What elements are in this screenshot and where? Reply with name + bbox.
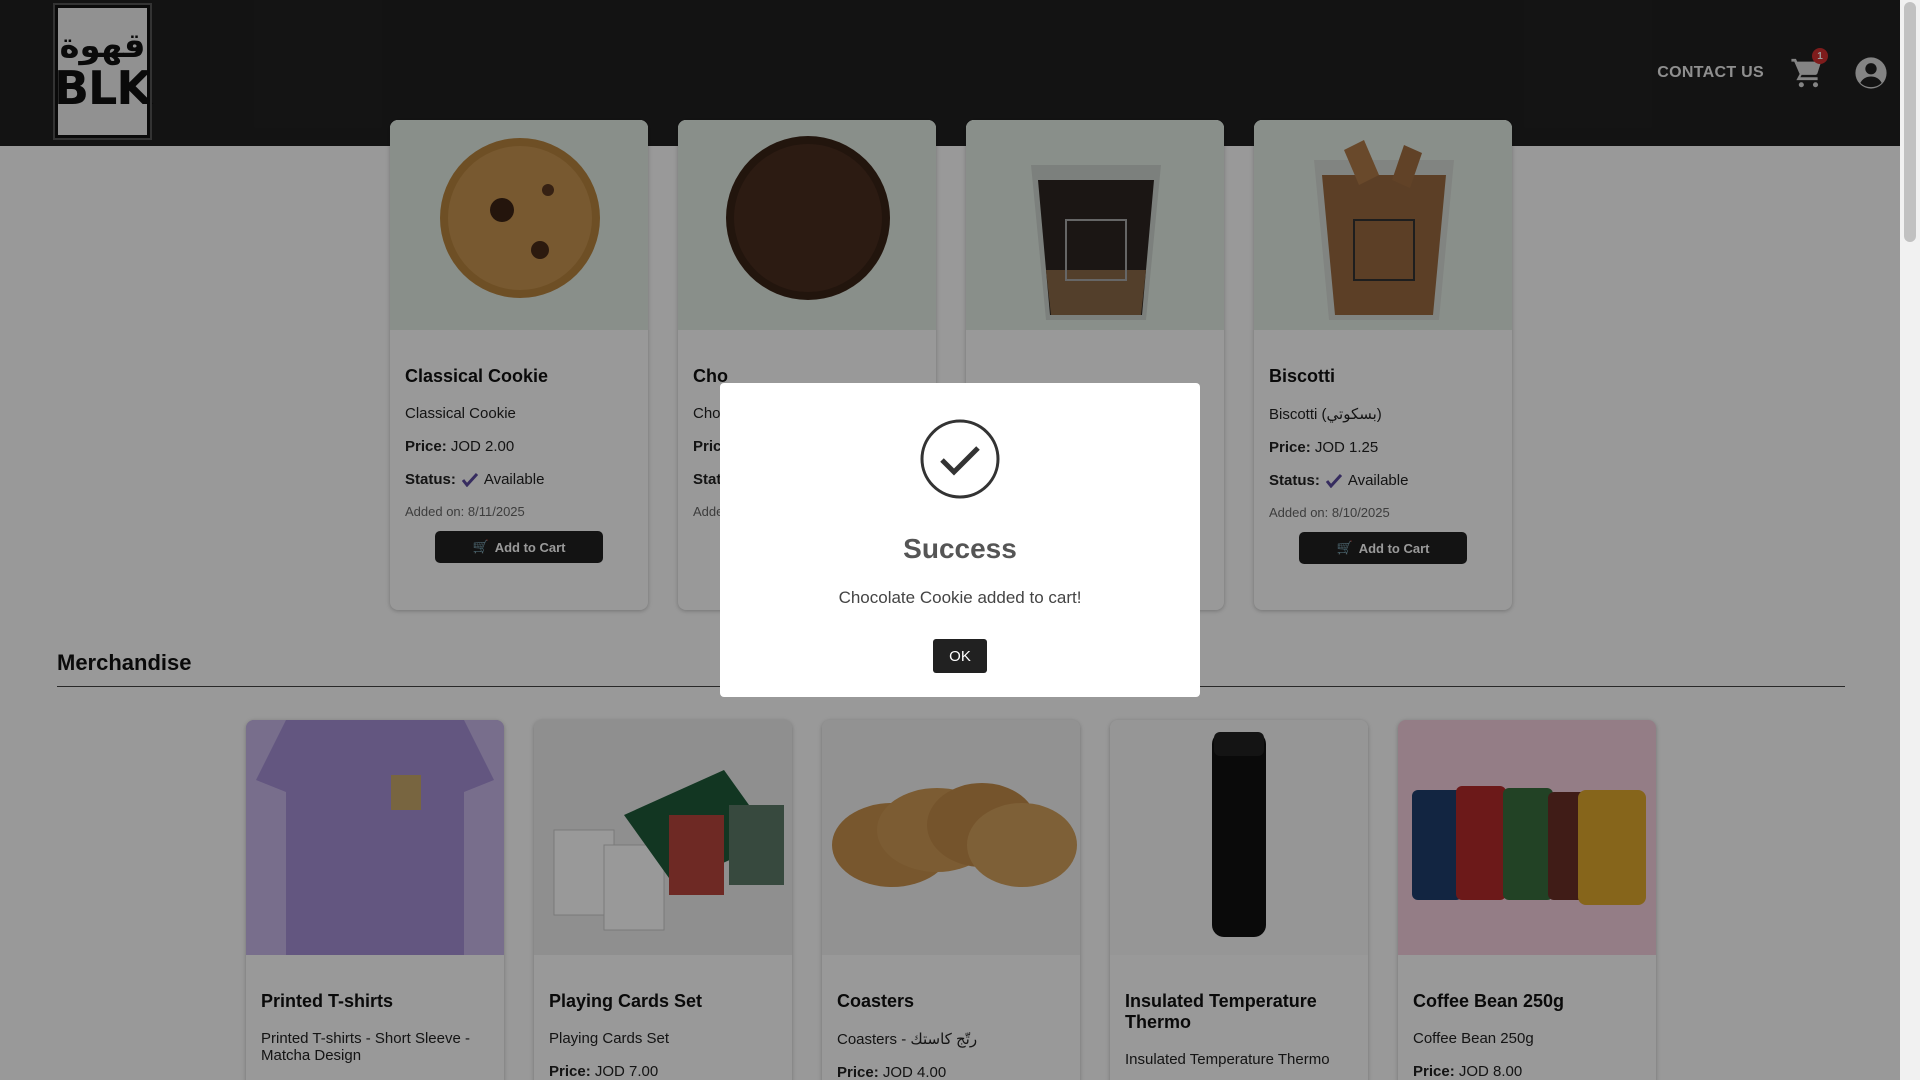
dialog-title: Success — [903, 533, 1017, 564]
page: قهوة BLK CONTACT US 1 Classical Cookie C… — [0, 0, 1900, 1080]
ok-button[interactable]: OK — [933, 639, 987, 673]
scrollbar-thumb[interactable] — [1904, 2, 1916, 242]
dialog-message: Chocolate Cookie added to cart! — [838, 588, 1082, 607]
success-dialog: Success Chocolate Cookie added to cart! … — [720, 383, 1200, 697]
success-check-icon — [920, 419, 1000, 499]
page-scrollbar[interactable] — [1900, 0, 1920, 1080]
